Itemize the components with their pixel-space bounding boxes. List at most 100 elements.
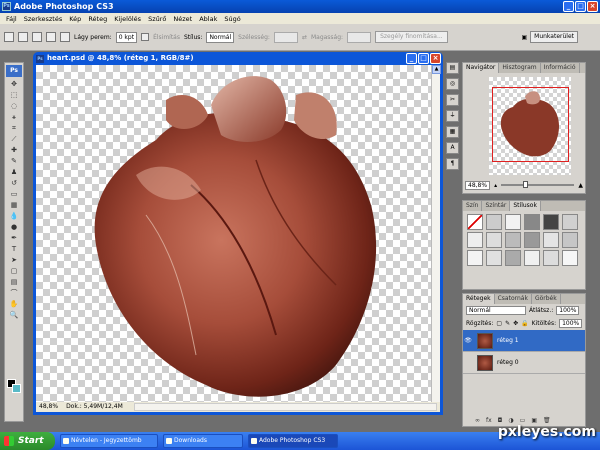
marquee-tool-icon[interactable]: ⬚ bbox=[7, 90, 21, 100]
taskbar-item-notepad[interactable]: Névtelen - Jegyzettömb bbox=[60, 434, 158, 448]
style-swatch[interactable] bbox=[486, 214, 502, 230]
selection-mode-subtract-icon[interactable] bbox=[46, 32, 56, 42]
vertical-scrollbar[interactable]: ▲ bbox=[431, 65, 441, 402]
layer-name[interactable]: réteg 1 bbox=[497, 337, 519, 344]
style-swatch[interactable] bbox=[524, 232, 540, 248]
antialias-checkbox[interactable] bbox=[141, 33, 150, 41]
actions-icon[interactable]: ▦ bbox=[446, 126, 459, 138]
type-tool-icon[interactable]: T bbox=[7, 244, 21, 254]
style-swatch[interactable] bbox=[524, 250, 540, 266]
document-canvas[interactable] bbox=[36, 65, 431, 402]
opacity-input[interactable]: 100% bbox=[556, 306, 580, 315]
zoom-out-icon[interactable]: ▴ bbox=[494, 182, 497, 189]
layer-visibility-eye-icon[interactable] bbox=[463, 359, 473, 366]
magic-wand-tool-icon[interactable]: ⚹ bbox=[7, 112, 21, 122]
minimize-button[interactable]: _ bbox=[563, 1, 574, 12]
history-icon[interactable]: ⏚ bbox=[446, 110, 459, 122]
layer-visibility-eye-icon[interactable]: 👁 bbox=[463, 337, 473, 344]
taskbar-item-photoshop[interactable]: Adobe Photoshop CS3 bbox=[248, 434, 338, 448]
swap-icon[interactable]: ⇄ bbox=[302, 34, 307, 41]
restore-button[interactable]: □ bbox=[575, 1, 586, 12]
selection-mode-intersect-icon[interactable] bbox=[60, 32, 70, 42]
character-icon[interactable]: A bbox=[446, 142, 459, 154]
layer-mask-icon[interactable]: ◘ bbox=[498, 417, 503, 424]
document-title-bar[interactable]: Ps heart.psd @ 48,8% (réteg 1, RGB/8#) _… bbox=[33, 52, 443, 65]
style-swatch[interactable] bbox=[505, 250, 521, 266]
new-group-icon[interactable]: ▭ bbox=[520, 417, 526, 424]
path-selection-icon[interactable]: ➤ bbox=[7, 255, 21, 265]
style-swatch[interactable] bbox=[543, 214, 559, 230]
brush-tool-icon[interactable]: ✎ bbox=[7, 156, 21, 166]
zoom-slider[interactable] bbox=[501, 181, 575, 188]
style-swatch[interactable] bbox=[467, 232, 483, 248]
style-swatch[interactable] bbox=[505, 214, 521, 230]
blend-mode-select[interactable]: Normál bbox=[466, 306, 526, 315]
brushes-panel-icon[interactable]: ▤ bbox=[446, 62, 459, 74]
lasso-tool-icon[interactable]: ◌ bbox=[7, 101, 21, 111]
width-input[interactable] bbox=[273, 31, 298, 43]
layer-row[interactable]: 👁 réteg 1 bbox=[463, 330, 585, 352]
crop-tool-icon[interactable]: ⌗ bbox=[7, 123, 21, 133]
start-button[interactable]: Start bbox=[0, 432, 55, 450]
refine-edge-button[interactable]: Szegély finomítása... bbox=[375, 31, 448, 43]
tab-info[interactable]: Információ bbox=[541, 63, 580, 73]
delete-layer-icon[interactable]: 🗑 bbox=[543, 417, 551, 424]
menu-select[interactable]: Kijelölés bbox=[114, 15, 141, 23]
style-swatch[interactable] bbox=[486, 250, 502, 266]
scroll-up-icon[interactable]: ▲ bbox=[432, 65, 441, 74]
slice-tool-icon[interactable]: ⟋ bbox=[7, 134, 21, 144]
selection-mode-new-icon[interactable] bbox=[18, 32, 28, 42]
history-brush-icon[interactable]: ↺ bbox=[7, 178, 21, 188]
marquee-tool-icon[interactable] bbox=[4, 32, 14, 42]
selection-mode-add-icon[interactable] bbox=[32, 32, 42, 42]
style-swatch[interactable] bbox=[524, 214, 540, 230]
dodge-tool-icon[interactable]: ● bbox=[7, 222, 21, 232]
feather-input[interactable]: 0 kpt bbox=[115, 31, 138, 43]
horizontal-scrollbar[interactable] bbox=[133, 403, 437, 411]
move-tool-icon[interactable]: ✥ bbox=[7, 79, 21, 89]
tab-curves[interactable]: Görbék bbox=[532, 294, 561, 304]
blur-tool-icon[interactable]: 💧 bbox=[7, 211, 21, 221]
brushes-icon[interactable]: ▣ bbox=[521, 34, 527, 41]
document-close-button[interactable]: × bbox=[430, 53, 441, 64]
menu-window[interactable]: Ablak bbox=[199, 15, 217, 23]
layer-style-icon[interactable]: fx bbox=[486, 417, 492, 424]
lock-position-icon[interactable]: ✥ bbox=[513, 320, 518, 327]
tab-navigator[interactable]: Navigátor bbox=[463, 63, 500, 73]
navigator-zoom-input[interactable]: 48,8% bbox=[465, 180, 491, 190]
taskbar-item-downloads[interactable]: Downloads bbox=[163, 434, 243, 448]
lock-pixels-icon[interactable]: ✎ bbox=[505, 320, 510, 327]
background-color-swatch[interactable] bbox=[12, 384, 21, 393]
style-swatch[interactable] bbox=[505, 232, 521, 248]
notes-tool-icon[interactable]: ▤ bbox=[7, 277, 21, 287]
clone-stamp-icon[interactable]: ♟ bbox=[7, 167, 21, 177]
style-swatch[interactable] bbox=[562, 250, 578, 266]
style-swatch[interactable] bbox=[562, 232, 578, 248]
paragraph-icon[interactable]: ¶ bbox=[446, 158, 459, 170]
tab-swatches[interactable]: Színtár bbox=[482, 201, 511, 211]
zoom-in-icon[interactable]: ▲ bbox=[578, 182, 583, 189]
pen-tool-icon[interactable]: ✒ bbox=[7, 233, 21, 243]
lock-transparency-icon[interactable]: ▢ bbox=[496, 320, 502, 327]
menu-file[interactable]: Fájl bbox=[6, 15, 17, 23]
style-swatch[interactable] bbox=[562, 214, 578, 230]
layer-row[interactable]: réteg 0 bbox=[463, 352, 585, 374]
style-none[interactable] bbox=[467, 214, 483, 230]
menu-view[interactable]: Nézet bbox=[173, 15, 192, 23]
menu-image[interactable]: Kép bbox=[69, 15, 81, 23]
tab-channels[interactable]: Csatornák bbox=[495, 294, 532, 304]
tab-histogram[interactable]: Hisztogram bbox=[499, 63, 541, 73]
menu-edit[interactable]: Szerkesztés bbox=[24, 15, 62, 23]
tool-presets-icon[interactable]: ✂ bbox=[446, 94, 459, 106]
height-input[interactable] bbox=[347, 31, 372, 43]
eyedropper-tool-icon[interactable]: ⌒ bbox=[7, 288, 21, 298]
navigator-view-rect[interactable] bbox=[492, 87, 569, 162]
healing-brush-icon[interactable]: ✚ bbox=[7, 145, 21, 155]
zoom-slider-knob[interactable] bbox=[523, 181, 529, 188]
style-swatch[interactable] bbox=[543, 250, 559, 266]
lock-all-icon[interactable]: 🔒 bbox=[521, 320, 528, 327]
hand-tool-icon[interactable]: ✋ bbox=[7, 299, 21, 309]
tab-color[interactable]: Szín bbox=[463, 201, 483, 211]
fill-input[interactable]: 100% bbox=[559, 319, 583, 328]
new-layer-icon[interactable]: ▣ bbox=[531, 417, 537, 424]
